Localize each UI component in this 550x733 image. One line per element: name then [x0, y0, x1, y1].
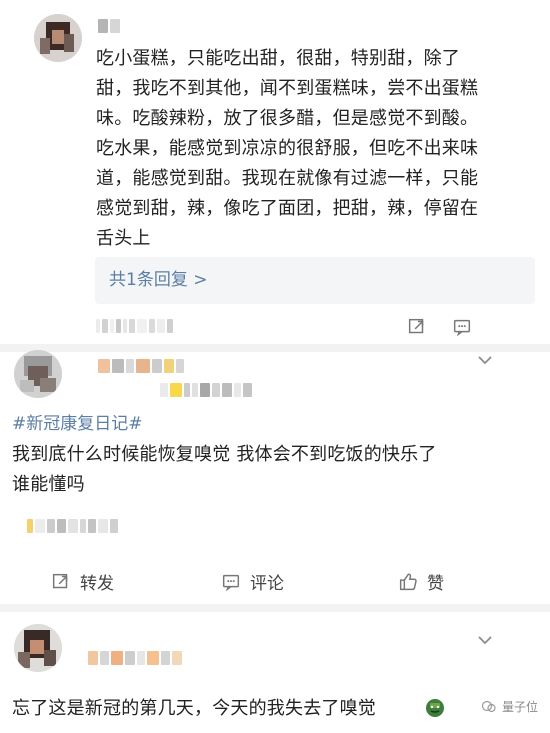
repost-label: 转发 [80, 574, 114, 594]
comment-2-meta-blurred [27, 518, 118, 534]
hashtag[interactable]: #新冠康复日记# [12, 412, 143, 436]
zombie-face-emoji [426, 699, 444, 717]
like-button[interactable]: 赞 [397, 569, 444, 594]
comment-1-line-6: 感觉到甜，辣，像吃了面团，把甜，辣，停留在 [96, 198, 479, 219]
user-avatar-3[interactable] [14, 624, 62, 672]
user-avatar-1[interactable] [34, 14, 82, 62]
post-2-action-bar: 转发 评论 赞 [0, 560, 550, 604]
comment-small-icon[interactable] [451, 316, 473, 338]
watermark-label: 量子位 [501, 700, 538, 714]
username-2-blurred [98, 358, 184, 374]
user-avatar-2[interactable] [14, 350, 62, 398]
comment-1-line-5: 道，能感觉到甜。我现在就像有过滤一样，只能 [96, 168, 479, 189]
share-small-icon[interactable] [406, 316, 428, 338]
username-3-blurred [88, 650, 182, 666]
comment-2-line-1: 我到底什么时候能恢复嗅觉 我体会不到吃饭的快乐了 [12, 444, 437, 465]
comment-3-text: 忘了这是新冠的第几天，今天的我失去了嗅觉 [12, 694, 422, 724]
chevron-down-icon-2[interactable] [475, 630, 495, 650]
comment-1-line-7: 舌头上 [96, 228, 151, 249]
comment-label: 评论 [250, 574, 284, 594]
comment-3-line-1: 忘了这是新冠的第几天，今天的我失去了嗅觉 [12, 698, 376, 719]
replies-link[interactable]: 共1条回复 > [109, 269, 207, 291]
comment-1-line-3: 味。吃酸辣粉，放了很多醋，但是感觉不到酸。 [96, 108, 479, 129]
post-divider-bottom [0, 604, 550, 612]
thumbs-up-icon [399, 573, 417, 590]
comment-2-line-2: 谁能懂吗 [12, 474, 85, 495]
comment-1-line-4: 吃水果，能感觉到凉凉的很舒服，但吃不出来味 [96, 138, 479, 159]
post-2-meta-blurred [160, 382, 252, 398]
comment-button[interactable]: 评论 [220, 569, 284, 594]
wechat-icon [481, 700, 496, 712]
comment-icon [222, 574, 240, 591]
repost-icon [52, 573, 68, 588]
replies-box[interactable]: 共1条回复 > [95, 257, 535, 304]
like-label: 赞 [427, 574, 444, 594]
comment-1-meta-blurred [96, 318, 173, 334]
comment-1-line-1: 吃小蛋糕，只能吃出甜，很甜，特别甜，除了 [96, 48, 460, 69]
comment-1-text: 吃小蛋糕，只能吃出甜，很甜，特别甜，除了 甜，我吃不到其他，闻不到蛋糕味，尝不出… [96, 44, 541, 254]
chevron-down-icon[interactable] [475, 350, 495, 370]
comment-1-line-2: 甜，我吃不到其他，闻不到蛋糕味，尝不出蛋糕 [96, 78, 479, 99]
post-divider-top [0, 344, 550, 352]
watermark: 量子位 [481, 698, 538, 715]
weibo-comment-screenshot: 吃小蛋糕，只能吃出甜，很甜，特别甜，除了 甜，我吃不到其他，闻不到蛋糕味，尝不出… [0, 0, 550, 733]
repost-button[interactable]: 转发 [50, 569, 114, 594]
comment-2-text: 我到底什么时候能恢复嗅觉 我体会不到吃饭的快乐了 谁能懂吗 [12, 440, 537, 500]
username-1-blurred [98, 18, 120, 34]
